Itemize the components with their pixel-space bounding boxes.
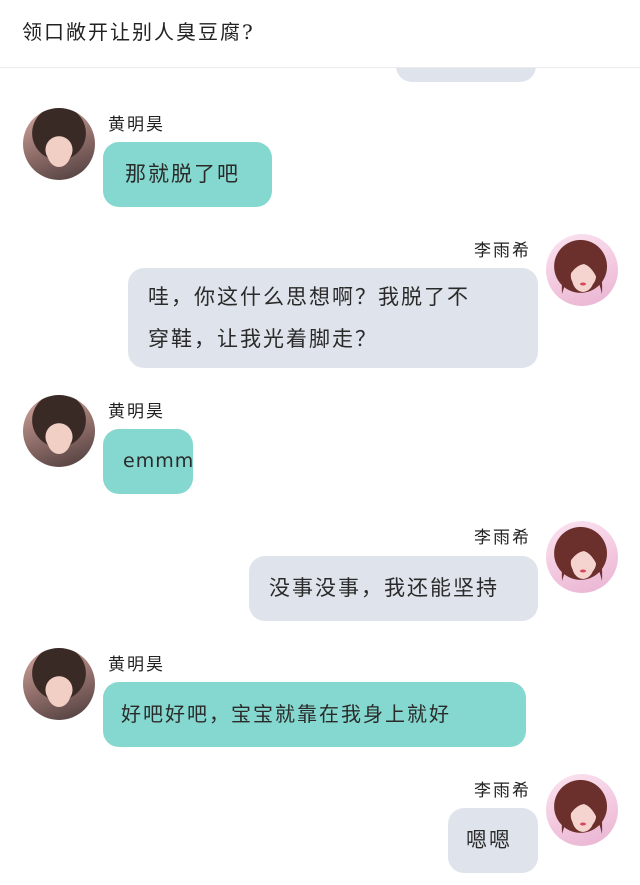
- title-bar: 领口敞开让别人臭豆腐?: [0, 0, 640, 68]
- avatar[interactable]: [546, 774, 618, 846]
- sender-name: 李雨希: [474, 781, 531, 801]
- message-text: emmm: [123, 450, 195, 472]
- sender-name: 黄明昊: [108, 115, 165, 135]
- message-bubble[interactable]: 好吧好吧，宝宝就靠在我身上就好: [103, 682, 526, 747]
- message-text-line: 哇，你这什么思想啊？我脱了不: [148, 285, 470, 309]
- avatar[interactable]: [23, 395, 95, 467]
- sender-name: 黄明昊: [108, 402, 165, 422]
- message-text: 没事没事，我还能坚持: [269, 576, 499, 600]
- avatar[interactable]: [546, 234, 618, 306]
- message-text-line: 穿鞋，让我光着脚走？: [148, 327, 378, 351]
- message-bubble[interactable]: 哇，你这什么思想啊？我脱了不 穿鞋，让我光着脚走？: [128, 268, 538, 368]
- message-bubble[interactable]: emmm: [103, 429, 193, 494]
- page-title: 领口敞开让别人臭豆腐?: [22, 20, 255, 44]
- sender-name: 黄明昊: [108, 655, 165, 675]
- message-text: 好吧好吧，宝宝就靠在我身上就好: [121, 702, 451, 726]
- chat-area: 黄明昊 那就脱了吧 李雨希 哇，你这什么思想啊？我脱了不 穿鞋，让我光着脚走？ …: [0, 0, 640, 885]
- message-bubble[interactable]: 那就脱了吧: [103, 142, 272, 207]
- message-text: 那就脱了吧: [125, 162, 240, 186]
- avatar[interactable]: [23, 108, 95, 180]
- message-text: 嗯嗯: [466, 828, 512, 852]
- sender-name: 李雨希: [474, 528, 531, 548]
- sender-name: 李雨希: [474, 241, 531, 261]
- message-bubble[interactable]: 嗯嗯: [448, 808, 538, 873]
- avatar[interactable]: [23, 648, 95, 720]
- avatar[interactable]: [546, 521, 618, 593]
- message-bubble[interactable]: 没事没事，我还能坚持: [249, 556, 538, 621]
